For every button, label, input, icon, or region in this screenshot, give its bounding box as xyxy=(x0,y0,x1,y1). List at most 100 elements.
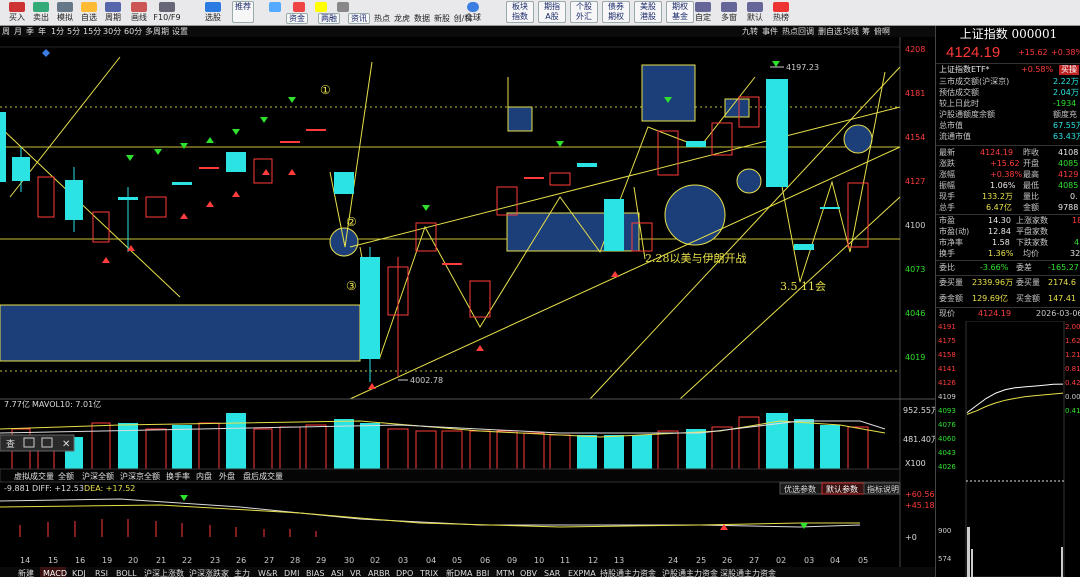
star-icon xyxy=(81,2,97,12)
period-right-chip[interactable]: 筹 xyxy=(862,26,870,37)
period-tab-multi[interactable]: 多周期 xyxy=(145,26,169,37)
period-tab-5m[interactable]: 5分 xyxy=(67,26,80,37)
etf-trade-button[interactable]: 买操 xyxy=(1059,65,1079,75)
period-right-delete[interactable]: 删自选 xyxy=(818,26,842,37)
indicator-tab-macd[interactable]: MACD xyxy=(43,569,67,577)
toolbar-button-screener[interactable]: 选股 xyxy=(200,1,226,25)
quote-row: 现手 133.2万 量比 0. xyxy=(939,192,1078,201)
toolbar-funds-button[interactable]: 资金 xyxy=(286,13,308,24)
toolbar-ipo-button[interactable]: 新股 xyxy=(432,13,452,25)
toolbar-margin-button[interactable]: 两融 xyxy=(318,13,340,24)
tab-futures[interactable]: 期指 A股 xyxy=(538,1,566,23)
quote-row: 市盈 14.30 上涨家数 18 xyxy=(939,216,1080,225)
period-tab-week[interactable]: 周 xyxy=(2,26,10,37)
toolbar-dragon-button[interactable]: 龙虎 xyxy=(392,13,412,25)
toolbar-hot-button[interactable]: 热点 xyxy=(372,13,392,25)
toolbar-button-hotlist[interactable]: 热榜 xyxy=(768,1,794,25)
volume-tab[interactable]: 虚拟成交量 xyxy=(14,471,54,481)
indicator-tab[interactable]: RSI xyxy=(95,569,108,577)
indicator-tab[interactable]: DMI xyxy=(284,569,299,577)
svg-text:4060: 4060 xyxy=(938,435,956,443)
draw-cursor-icon[interactable] xyxy=(262,1,288,25)
turnover-row: 总市值 67.55万 xyxy=(939,121,1080,130)
indicator-tab[interactable]: SAR xyxy=(544,569,561,577)
indicator-tab[interactable]: 持股通主力资金 xyxy=(600,568,656,577)
indicator-tab[interactable]: EXPMA xyxy=(568,569,596,577)
globe-icon xyxy=(467,2,479,12)
period-tab-60m[interactable]: 60分 xyxy=(124,26,142,37)
indicator-tab[interactable]: ASI xyxy=(331,569,344,577)
document-icon xyxy=(159,2,175,12)
toolbar-button-sim[interactable]: 模拟 xyxy=(52,1,78,25)
period-tab-15m[interactable]: 15分 xyxy=(83,26,101,37)
indicator-tab[interactable]: BOLL xyxy=(116,569,137,577)
period-right-ma[interactable]: 均线 xyxy=(843,26,859,37)
indicator-tab[interactable]: W&R xyxy=(258,569,278,577)
toolbar-group-1[interactable]: 推荐 xyxy=(232,1,254,23)
volume-tab[interactable]: 换手率 xyxy=(166,471,190,481)
period-tab-30m[interactable]: 30分 xyxy=(103,26,121,37)
volume-tab[interactable]: 外盘 xyxy=(219,471,235,481)
zone-box-left xyxy=(0,304,361,362)
indicator-tab[interactable]: OBV xyxy=(520,569,538,577)
tab-bond[interactable]: 债券 期权 xyxy=(602,1,630,23)
period-tab-year[interactable]: 年 xyxy=(38,26,46,37)
toolbar-button-custom[interactable]: 自定 xyxy=(690,1,716,25)
sell-icon xyxy=(33,2,49,12)
toolbar-button-sell[interactable]: 卖出 xyxy=(28,1,54,25)
toolbar-data-button[interactable]: 数据 xyxy=(412,13,432,25)
period-right-event[interactable]: 事件 xyxy=(762,26,778,37)
period-right-more[interactable]: 俯啊 xyxy=(874,26,890,37)
indicator-tab[interactable]: 主力 xyxy=(234,568,250,577)
volume-tab[interactable]: 沪深全额 xyxy=(82,471,114,481)
indicator-tab[interactable]: 沪股通主力资金 xyxy=(662,568,718,577)
toolbar-button-default[interactable]: 默认 xyxy=(742,1,768,25)
indicator-tab[interactable]: 沪深涨跌家 xyxy=(189,568,229,577)
period-right-jiuzhuan[interactable]: 九转 xyxy=(742,26,758,37)
period-tab-settings[interactable]: 设置 xyxy=(172,26,188,37)
indicator-tab[interactable]: MTM xyxy=(496,569,515,577)
toolbar-button-buy[interactable]: 买入 xyxy=(4,1,30,25)
volume-tab[interactable]: 内盘 xyxy=(196,471,212,481)
toolbar-news-button[interactable]: 资讯 xyxy=(348,13,370,24)
toolbar-button-period[interactable]: 周期 xyxy=(100,1,126,25)
circle-marker-2 xyxy=(664,184,726,246)
toolbar-button-f10[interactable]: F10/F9 xyxy=(152,1,182,25)
period-tab-month[interactable]: 月 xyxy=(14,26,22,37)
volume-legend-prefix: 7.77亿 xyxy=(4,399,30,409)
intraday-chart[interactable]: 4191 4175 4158 4141 4126 4109 4093 4076 … xyxy=(936,321,1080,577)
period-tab-quarter[interactable]: 季 xyxy=(26,26,34,37)
volume-tab[interactable]: 盘后成交量 xyxy=(243,471,283,481)
indicator-tab[interactable]: KDJ xyxy=(72,569,86,577)
indicator-tab[interactable]: DPO xyxy=(396,569,413,577)
tab-sector[interactable]: 板块 指数 xyxy=(506,1,534,23)
indicator-tab[interactable]: BIAS xyxy=(306,569,324,577)
volume-tab[interactable]: 全额 xyxy=(58,471,74,481)
tab-us[interactable]: 美股 港股 xyxy=(634,1,662,23)
toolbar-global-button[interactable]: 全球 xyxy=(460,1,486,25)
date-label: 19 xyxy=(102,556,112,565)
close-icon[interactable]: ✕ xyxy=(62,439,70,450)
etf-row[interactable]: 上证指数ETF* +0.58% 买操 xyxy=(936,65,1080,75)
indicator-tab-new[interactable]: 新建 xyxy=(18,568,34,577)
zone-box-top xyxy=(641,64,696,122)
toolbar-button-draw[interactable]: 画线 xyxy=(126,1,152,25)
volume-tab[interactable]: 沪深京全额 xyxy=(120,471,160,481)
indicator-tab[interactable]: VR xyxy=(350,569,361,577)
svg-text:4158: 4158 xyxy=(938,351,956,359)
svg-text:0.81: 0.81 xyxy=(1065,365,1080,373)
indicator-tab[interactable]: 深股通主力资金 xyxy=(720,568,776,577)
indicator-tab[interactable]: TRIX xyxy=(419,569,439,577)
toolbar-button-multiwin[interactable]: 多窗 xyxy=(716,1,742,25)
tab-stock[interactable]: 个股 外汇 xyxy=(570,1,598,23)
kline-chart-area[interactable]: ① ② ③ 2.28以美与伊朗开战 3.5.11会 4197.23 4002.7… xyxy=(0,37,935,577)
indicator-tab[interactable]: BBI xyxy=(476,569,489,577)
period-tab-1m[interactable]: 1分 xyxy=(51,26,64,37)
simulate-icon xyxy=(57,2,73,12)
indicator-tab[interactable]: 新DMA xyxy=(446,568,473,577)
indicator-tab[interactable]: ARBR xyxy=(368,569,391,577)
volume-legend-ma10: MAVOL10: 7.01亿 xyxy=(32,399,101,409)
indicator-tab[interactable]: 沪深上涨数 xyxy=(144,568,184,577)
period-right-hotspot[interactable]: 热点回调 xyxy=(782,26,814,37)
toolbar-button-watchlist[interactable]: 自选 xyxy=(76,1,102,25)
